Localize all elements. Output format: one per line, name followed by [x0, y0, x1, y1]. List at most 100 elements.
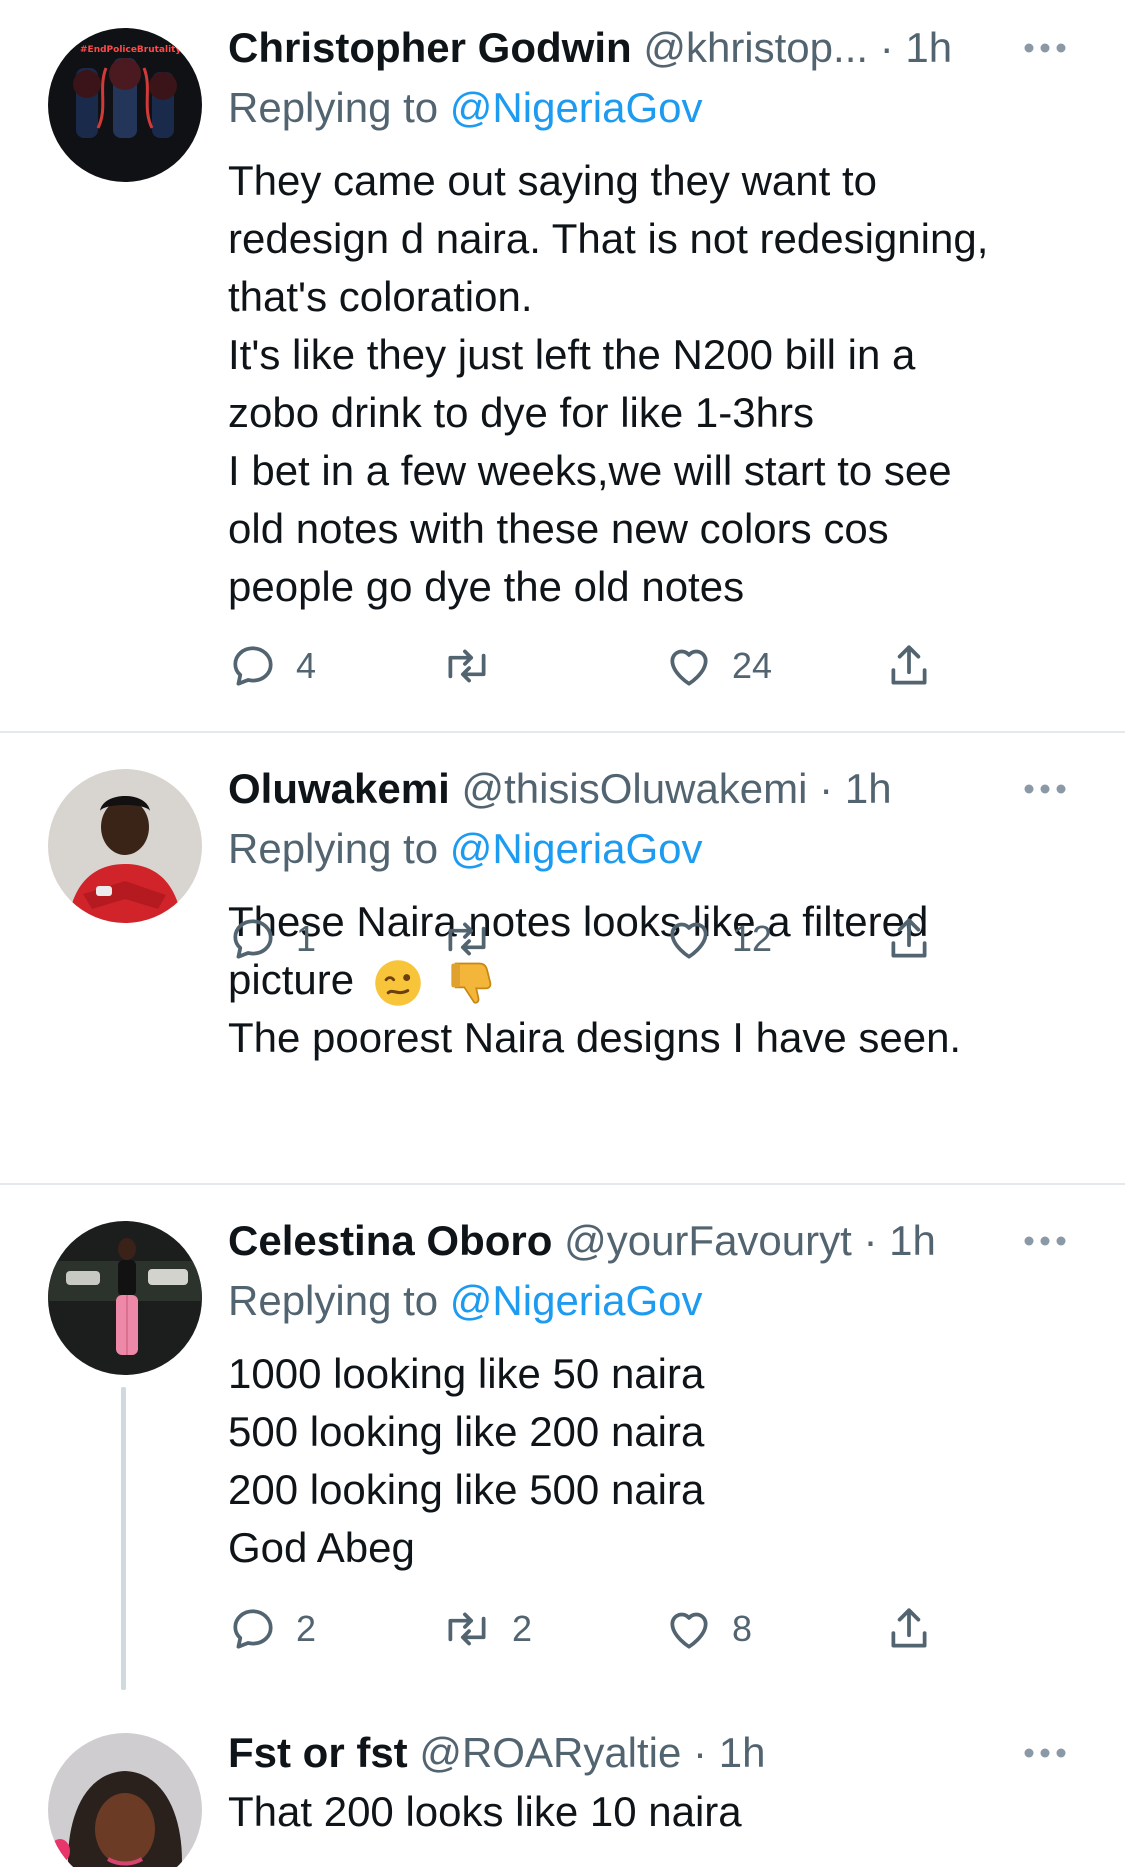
tweet-text-line: The poorest Naira designs I have seen. [228, 1014, 962, 1061]
display-name[interactable]: Oluwakemi [228, 765, 450, 812]
tweet-content: Celestina Oboro @yourFavouryt · 1h Reply… [228, 1211, 1075, 1577]
like-count: 24 [732, 645, 773, 686]
reply-count: 2 [296, 1608, 317, 1649]
tweet-text-line: old notes with these new colors cos [228, 505, 889, 552]
more-icon [1024, 1748, 1066, 1758]
tweet[interactable]: Oluwakemi @thisisOluwakemi · 1h Replying… [0, 733, 1125, 1185]
share-icon [891, 918, 927, 958]
separator-dot: · [693, 1729, 708, 1776]
tweet[interactable]: #EndPoliceBrutality Christopher Godwin @… [0, 0, 1125, 733]
tweet-text-line: I bet in a few weeks,we will start to se… [228, 447, 952, 494]
replying-to-label: Replying to [228, 825, 450, 872]
tweet-header: Fst or fst @ROARyaltie · 1h [228, 1723, 1075, 1783]
user-handle[interactable]: @ROARyaltie [419, 1729, 681, 1776]
avatar[interactable] [48, 769, 202, 923]
reply-icon [233, 1609, 273, 1649]
avatar-image: #EndPoliceBrutality [48, 28, 202, 182]
retweet-icon [448, 649, 486, 683]
replying-to: Replying to @NigeriaGov [228, 78, 1075, 138]
share-button[interactable] [884, 909, 934, 969]
separator-dot: · [879, 24, 894, 71]
replying-to-link[interactable]: @NigeriaGov [450, 84, 703, 131]
replying-to-link[interactable]: @NigeriaGov [450, 1277, 703, 1324]
tweet-text: That 200 looks like 10 naira [228, 1783, 1075, 1841]
more-options-button[interactable] [1015, 759, 1075, 819]
display-name[interactable]: Christopher Godwin [228, 24, 632, 71]
tweet-content: Christopher Godwin @khristop... · 1h Rep… [228, 18, 1075, 616]
user-handle[interactable]: @thisisOluwakemi [461, 765, 807, 812]
reply-count: 4 [296, 645, 317, 686]
tweet-text-line: 500 looking like 200 naira [228, 1408, 705, 1455]
retweet-icon [448, 1612, 486, 1646]
avatar-hashtag-text: #EndPoliceBrutality [80, 45, 181, 55]
like-button[interactable]: 8 [664, 1599, 752, 1659]
share-button[interactable] [884, 636, 934, 696]
heart-icon [670, 922, 708, 959]
retweet-button[interactable] [440, 636, 512, 696]
tweet-text-line: They came out saying they want to [228, 157, 878, 204]
thread-connector-line [121, 1387, 126, 1690]
tweet-text: 1000 looking like 50 naira 500 looking l… [228, 1345, 1075, 1577]
more-icon [1024, 784, 1066, 794]
avatar[interactable] [48, 1733, 202, 1867]
retweet-button[interactable]: 2 [440, 1599, 532, 1659]
tweet-text-line: God Abeg [228, 1524, 415, 1571]
separator-dot: · [819, 765, 834, 812]
display-name[interactable]: Celestina Oboro [228, 1217, 552, 1264]
replying-to-label: Replying to [228, 84, 450, 131]
more-icon [1024, 1236, 1066, 1246]
share-icon [891, 645, 927, 685]
replying-to-label: Replying to [228, 1277, 450, 1324]
reply-button[interactable]: 1 [228, 909, 316, 969]
like-count: 12 [732, 918, 773, 959]
replying-to: Replying to @NigeriaGov [228, 1271, 1075, 1331]
retweet-button[interactable] [440, 909, 512, 969]
avatar[interactable]: #EndPoliceBrutality [48, 28, 202, 182]
retweet-icon [448, 922, 486, 956]
like-button[interactable]: 24 [664, 636, 772, 696]
more-options-button[interactable] [1015, 1723, 1075, 1783]
tweet-text-line: 200 looking like 500 naira [228, 1466, 705, 1513]
display-name[interactable]: Fst or fst [228, 1729, 408, 1776]
reply-icon [233, 646, 273, 686]
replying-to-link[interactable]: @NigeriaGov [450, 825, 703, 872]
timestamp[interactable]: 1h [719, 1729, 766, 1776]
tweet-text-line: 1000 looking like 50 naira [228, 1350, 705, 1397]
reply-button[interactable]: 4 [228, 636, 316, 696]
like-button[interactable]: 12 [664, 909, 772, 969]
more-options-button[interactable] [1015, 18, 1075, 78]
like-count: 8 [732, 1608, 753, 1649]
timestamp[interactable]: 1h [889, 1217, 936, 1264]
tweet-header: Celestina Oboro @yourFavouryt · 1h [228, 1211, 1075, 1271]
share-button[interactable] [884, 1599, 934, 1659]
tweet-actions: 1 12 [228, 909, 948, 969]
more-icon [1024, 43, 1066, 53]
reply-button[interactable]: 2 [228, 1599, 316, 1659]
avatar-image [48, 1221, 202, 1375]
avatar-image [48, 1733, 202, 1867]
tweet-actions: 4 24 [228, 636, 948, 696]
tweet-content: Fst or fst @ROARyaltie · 1h That 200 loo… [228, 1723, 1075, 1841]
more-options-button[interactable] [1015, 1211, 1075, 1271]
separator-dot: · [863, 1217, 878, 1264]
reply-count: 1 [296, 918, 317, 959]
share-icon [891, 1608, 927, 1648]
tweet[interactable]: Fst or fst @ROARyaltie · 1h That 200 loo… [0, 1690, 1125, 1867]
user-handle[interactable]: @khristop... [643, 24, 868, 71]
timestamp[interactable]: 1h [845, 765, 892, 812]
tweet-text: They came out saying they want to redesi… [228, 152, 1075, 616]
tweet-text-line: redesign d naira. That is not redesignin… [228, 215, 989, 262]
tweet-text-line: It's like they just left the N200 bill i… [228, 331, 916, 378]
tweet-text-line: people go dye the old notes [228, 563, 745, 610]
tweet-header: Oluwakemi @thisisOluwakemi · 1h [228, 759, 1075, 819]
tweet[interactable]: Celestina Oboro @yourFavouryt · 1h Reply… [0, 1185, 1125, 1690]
replying-to: Replying to @NigeriaGov [228, 819, 1075, 879]
tweet-text-line: That 200 looks like 10 naira [228, 1788, 742, 1835]
tweet-text-line: that's coloration. [228, 273, 533, 320]
avatar-image [48, 769, 202, 923]
avatar[interactable] [48, 1221, 202, 1375]
heart-icon [670, 649, 708, 686]
timestamp[interactable]: 1h [905, 24, 952, 71]
tweet-header: Christopher Godwin @khristop... · 1h [228, 18, 1075, 78]
user-handle[interactable]: @yourFavouryt [564, 1217, 852, 1264]
